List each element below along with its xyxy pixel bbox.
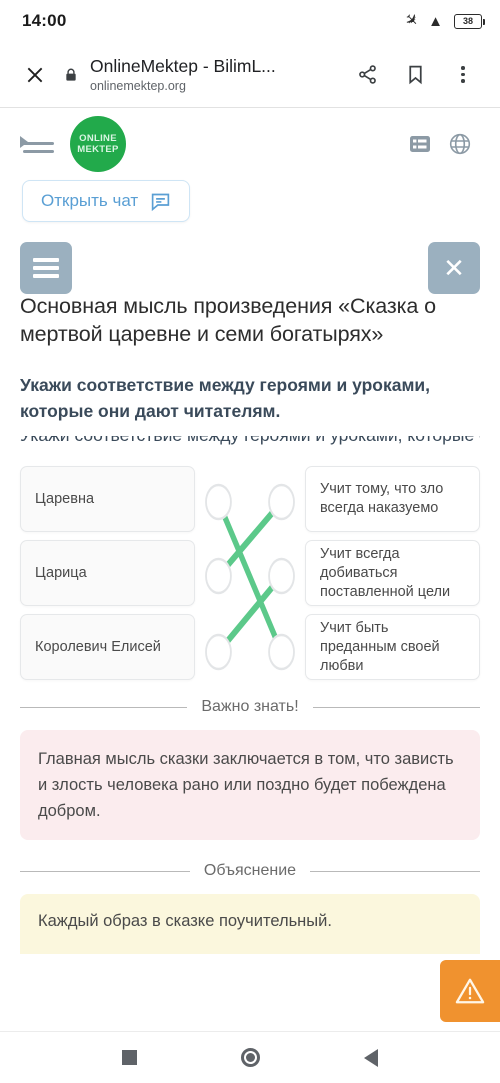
more-vertical-icon — [461, 65, 465, 84]
exercise-panel: ✕ Основная мысль произведения «Сказка о … — [0, 238, 500, 954]
clipped-text-row: Укажи соответствие между героями и урока… — [20, 436, 480, 452]
left-node — [205, 483, 232, 521]
explanation-note: Каждый образ в сказке поучительный. — [20, 894, 480, 954]
battery-icon: 38 — [454, 13, 485, 29]
matching-exercise: Царевна Царица Королевич Елисей Учит том… — [20, 466, 480, 680]
close-tab-button[interactable] — [14, 65, 56, 85]
report-problem-button[interactable] — [440, 960, 500, 1022]
explanation-divider: Объяснение — [20, 862, 480, 880]
exercise-title: Основная мысль произведения «Сказка о ме… — [20, 294, 436, 346]
left-node — [205, 633, 232, 671]
warning-triangle-icon — [455, 978, 485, 1004]
bookmark-button[interactable] — [392, 52, 438, 98]
android-navigation-bar — [0, 1031, 500, 1083]
right-node — [268, 483, 295, 521]
list-view-icon — [410, 136, 430, 152]
lock-icon — [56, 66, 86, 83]
bookmark-icon — [408, 65, 422, 85]
panel-close-button[interactable]: ✕ — [428, 242, 480, 294]
site-header: ONLINE MEKTEP — [0, 108, 500, 180]
wifi-icon: ▲ — [428, 12, 443, 30]
onlinemektep-logo[interactable]: ONLINE MEKTEP — [70, 116, 126, 172]
page-url: onlinemektep.org — [90, 78, 186, 93]
language-button[interactable] — [440, 132, 480, 156]
left-node — [205, 557, 232, 595]
browser-toolbar: OnlineMektep - BilimL... onlinemektep.or… — [0, 42, 500, 108]
chat-bubble-icon — [152, 193, 170, 211]
close-icon: ✕ — [443, 253, 465, 283]
chat-row: Открыть чат — [0, 180, 500, 238]
square-recents-icon[interactable] — [122, 1050, 137, 1065]
match-right-item[interactable]: Учит быть преданным своей любви — [305, 614, 480, 680]
open-chat-label: Открыть чат — [41, 191, 139, 210]
close-icon — [27, 67, 43, 82]
share-icon — [358, 65, 376, 84]
globe-language-icon — [449, 133, 471, 155]
logo-line-1: ONLINE — [79, 133, 117, 144]
exercise-instruction: Укажи соответствие между героями и урока… — [20, 375, 431, 421]
status-icons: ✈ ▲ 38 — [400, 10, 485, 31]
panel-menu-button[interactable] — [20, 242, 72, 294]
share-button[interactable] — [344, 52, 390, 98]
important-note: Главная мысль сказки заключается в том, … — [20, 730, 480, 840]
match-left-item[interactable]: Царица — [20, 540, 195, 606]
list-view-button[interactable] — [400, 132, 440, 156]
indent-menu-icon[interactable] — [20, 129, 54, 159]
connector-lines — [205, 483, 295, 671]
important-divider: Важно знать! — [20, 698, 480, 716]
overflow-menu-button[interactable] — [440, 52, 486, 98]
match-left-item[interactable]: Царевна — [20, 466, 195, 532]
right-node — [268, 633, 295, 671]
status-bar: 14:00 ✈ ▲ 38 — [0, 0, 500, 42]
airplane-mode-icon: ✈ — [400, 9, 422, 32]
clipped-text: Укажи соответствие между героями и урока… — [20, 436, 480, 445]
phone-screen: 14:00 ✈ ▲ 38 OnlineMektep - BilimL... on… — [0, 0, 500, 1083]
match-left-item[interactable]: Королевич Елисей — [20, 614, 195, 680]
panel-toolbar: ✕ — [20, 238, 480, 298]
hamburger-icon — [33, 254, 59, 282]
matching-right-column: Учит тому, что зло всегда наказуемо Учит… — [305, 466, 480, 688]
page-title: OnlineMektep - BilimL... — [90, 55, 276, 76]
match-right-item[interactable]: Учит тому, что зло всегда наказуемо — [305, 466, 480, 532]
status-time: 14:00 — [22, 11, 67, 30]
battery-level: 38 — [462, 15, 473, 26]
matching-left-column: Царевна Царица Королевич Елисей — [20, 466, 195, 688]
important-heading: Важно знать! — [201, 698, 299, 715]
match-right-item[interactable]: Учит всегда добиваться поставленной цели — [305, 540, 480, 606]
triangle-back-icon[interactable] — [364, 1048, 378, 1067]
match-connectors — [195, 466, 305, 676]
open-chat-button[interactable]: Открыть чат — [22, 180, 191, 222]
explanation-heading: Объяснение — [203, 862, 297, 879]
right-node — [268, 557, 295, 595]
address-bar[interactable]: OnlineMektep - BilimL... onlinemektep.or… — [86, 56, 344, 94]
logo-line-2: MEKTEP — [77, 144, 119, 155]
browser-actions — [344, 52, 486, 98]
circle-home-icon[interactable] — [241, 1048, 260, 1067]
